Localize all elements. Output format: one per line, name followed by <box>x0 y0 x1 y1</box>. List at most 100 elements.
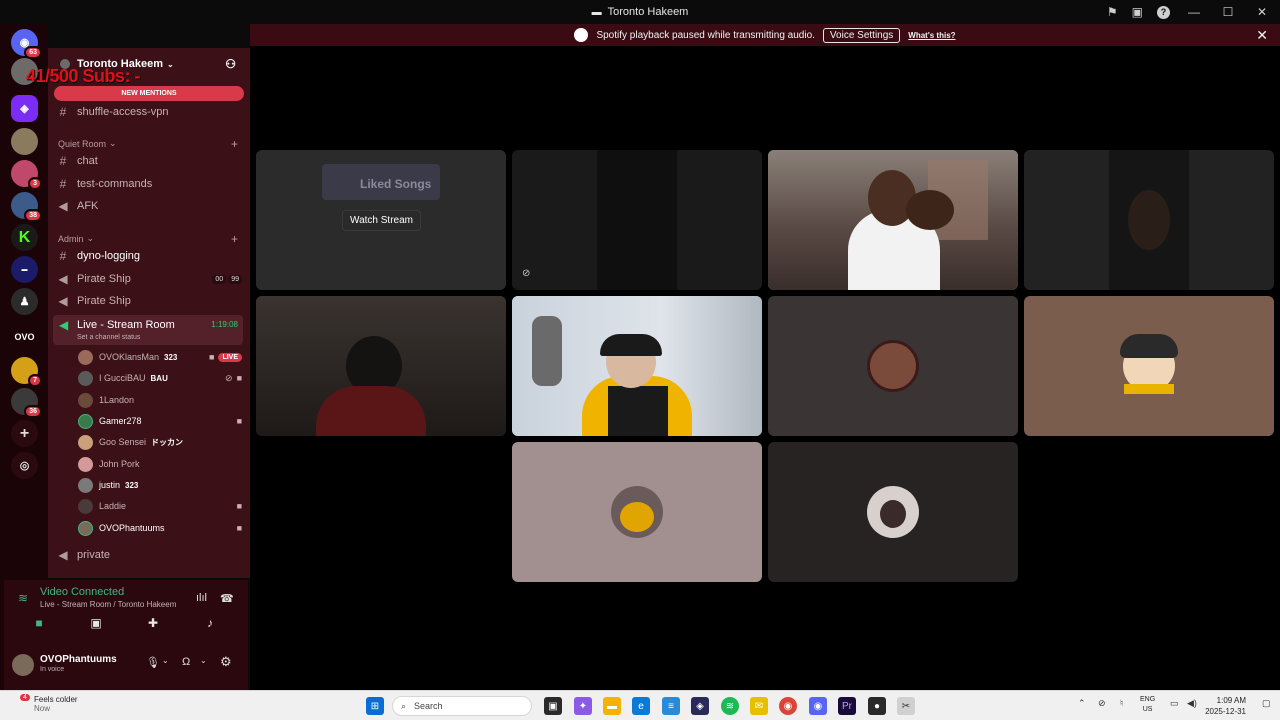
voice-user-justin[interactable]: justin 323 <box>78 476 242 494</box>
set-channel-status[interactable]: Set a channel status <box>77 334 140 341</box>
snipping-tool-icon[interactable]: ✂ <box>897 697 915 715</box>
volume-icon[interactable]: ◀) <box>1187 698 1197 709</box>
avatar-tile-john-pork[interactable] <box>1024 296 1274 436</box>
server-icon[interactable]: ▬ <box>11 256 38 283</box>
channel-private[interactable]: ◀ private <box>56 545 242 565</box>
voice-user-laddie[interactable]: Laddie ■ <box>78 497 242 515</box>
avatar <box>78 520 93 536</box>
maximize-button[interactable]: ☐ <box>1218 5 1238 19</box>
whats-this-link[interactable]: What's this? <box>908 31 955 40</box>
channel-pirate-ship-2[interactable]: ◀ Pirate Ship <box>56 291 242 311</box>
close-notice-icon[interactable]: ✕ <box>1256 27 1268 44</box>
invite-people-icon[interactable]: ⚇ <box>225 57 236 71</box>
channel-test-commands[interactable]: # test-commands <box>56 174 242 194</box>
new-mentions-banner[interactable]: NEW MENTIONS <box>54 86 244 101</box>
chevron-up-icon[interactable]: ⌃ <box>1078 698 1086 709</box>
notice-text: Spotify playback paused while transmitti… <box>596 29 815 41</box>
noise-suppression-icon[interactable]: ılıl <box>196 592 207 604</box>
weather-widget[interactable]: Feels colder Now <box>14 695 78 713</box>
avatar <box>78 413 93 429</box>
screen-icon[interactable]: ▣ <box>1132 5 1143 19</box>
voice-user-goo-sensei[interactable]: Goo Sensei ドッカン <box>78 433 242 451</box>
channel-live-stream-room[interactable]: ◀ Live - Stream Room 1:19:08 Set a chann… <box>53 315 243 345</box>
server-icon[interactable]: 36 <box>11 388 42 418</box>
channel-dyno-logging[interactable]: # dyno-logging <box>56 246 242 266</box>
channel-chat[interactable]: # chat <box>56 151 242 171</box>
microphone-icon[interactable]: ♮ <box>1120 698 1123 709</box>
chevron-down-icon[interactable]: ⌄ <box>200 656 207 665</box>
voice-user-iguccibau[interactable]: I GucciBAU BAU ⊘ ■ <box>78 369 242 387</box>
minimize-button[interactable]: — <box>1184 5 1204 19</box>
watch-stream-button[interactable]: Watch Stream <box>342 210 421 231</box>
video-tile-laddie[interactable] <box>1024 150 1274 290</box>
app-icon[interactable]: ◈ <box>691 697 709 715</box>
category-admin[interactable]: Admin ⌄ + <box>58 232 240 246</box>
avatar-tile-justin[interactable] <box>512 442 762 582</box>
app-icon[interactable]: ✉ <box>750 697 768 715</box>
language-indicator[interactable]: ENG US <box>1140 695 1155 715</box>
voice-user-gamer278[interactable]: Gamer278 ■ <box>78 412 242 430</box>
copilot-icon[interactable]: ✦ <box>574 697 592 715</box>
taskbar-search[interactable]: ⌕ Search <box>392 696 532 716</box>
avatar[interactable] <box>12 654 34 676</box>
voice-user-ovoklansman[interactable]: OVOKlansMan 323 ■ LIVE <box>78 348 242 366</box>
notifications-icon[interactable]: ▢ <box>1262 698 1271 709</box>
signal-icon[interactable]: ≋ <box>18 591 28 605</box>
notepad-icon[interactable]: ≡ <box>662 697 680 715</box>
server-icon[interactable] <box>11 128 38 155</box>
channel-pirate-ship[interactable]: ◀ Pirate Ship 00 99 <box>56 269 242 289</box>
server-icon[interactable]: 38 <box>11 192 42 222</box>
disconnect-icon[interactable]: ☎ <box>220 592 234 605</box>
kick-server-icon[interactable]: K <box>11 224 38 251</box>
help-icon[interactable]: ? <box>1157 5 1170 19</box>
video-tile-1landon[interactable] <box>256 296 506 436</box>
add-channel-icon[interactable]: + <box>231 232 238 246</box>
video-tile-iguccibau[interactable]: ⊘ <box>512 150 762 290</box>
settings-gear-icon[interactable]: ⚙ <box>220 654 232 670</box>
video-tile-ovophantuums[interactable] <box>512 296 762 436</box>
voice-user-ovophantuums[interactable]: OVOPhantuums ■ <box>78 519 242 537</box>
server-icon[interactable]: 3 <box>11 160 42 190</box>
chevron-down-icon[interactable]: ⌄ <box>162 656 169 665</box>
channel-afk[interactable]: ◀ AFK <box>56 196 242 216</box>
self-status: In voice <box>40 666 65 673</box>
microphone-icon[interactable]: 🎙 <box>146 656 160 669</box>
app-icon[interactable]: ● <box>868 697 886 715</box>
stream-tile-ovoklansman[interactable]: Liked Songs Watch Stream <box>256 150 506 290</box>
avatar-tile-goo-sensei[interactable] <box>768 296 1018 436</box>
close-window-button[interactable]: ✕ <box>1252 5 1272 19</box>
camera-button[interactable]: ■ <box>14 616 64 636</box>
avatar-tile-i-guccibau[interactable] <box>768 442 1018 582</box>
server-icon[interactable]: ◈ <box>11 95 38 122</box>
server-icon[interactable]: ♟ <box>11 288 38 315</box>
voice-settings-button[interactable]: Voice Settings <box>822 27 901 43</box>
clock[interactable]: 1:09 AM 2025-12-31 <box>1205 695 1246 717</box>
premiere-icon[interactable]: Pr <box>838 697 856 715</box>
category-quiet-room[interactable]: Quiet Room ⌄ + <box>58 137 240 151</box>
start-menu-icon[interactable]: ⊞ <box>366 697 384 715</box>
explore-icon[interactable]: ◎ <box>11 452 38 479</box>
ovo-server-icon[interactable]: OVO <box>11 323 38 350</box>
voice-user-john-pork[interactable]: John Pork <box>78 455 242 473</box>
add-channel-icon[interactable]: + <box>231 137 238 151</box>
video-tile-gamer278[interactable] <box>768 150 1018 290</box>
edge-icon[interactable]: e <box>632 697 650 715</box>
spotify-icon[interactable]: ≋ <box>721 697 739 715</box>
home-button[interactable]: ◉ 63 <box>11 29 42 59</box>
task-view-icon[interactable]: ▣ <box>544 697 562 715</box>
screen-share-button[interactable]: ▣ <box>71 616 121 636</box>
channel-shuffle-access-vpn[interactable]: # shuffle-access-vpn <box>56 102 242 122</box>
file-explorer-icon[interactable]: ▬ <box>603 697 621 715</box>
network-off-icon[interactable]: ⊘ <box>1098 698 1106 709</box>
inbox-icon[interactable]: ⚑ <box>1107 5 1118 19</box>
discord-icon[interactable]: ◉ <box>809 697 827 715</box>
chrome-icon[interactable]: ◉ <box>779 697 797 715</box>
display-icon[interactable]: ▭ <box>1170 698 1179 709</box>
voice-user-1landon[interactable]: 1Landon <box>78 391 242 409</box>
voice-location[interactable]: Live - Stream Room / Toronto Hakeem <box>40 600 176 609</box>
headphones-icon[interactable]: Ω <box>182 656 190 668</box>
add-server-icon[interactable]: + <box>11 420 38 447</box>
server-icon[interactable]: 7 <box>11 357 42 387</box>
soundboard-button[interactable]: ♪ <box>185 616 235 636</box>
activities-button[interactable]: ✚ <box>128 616 178 636</box>
